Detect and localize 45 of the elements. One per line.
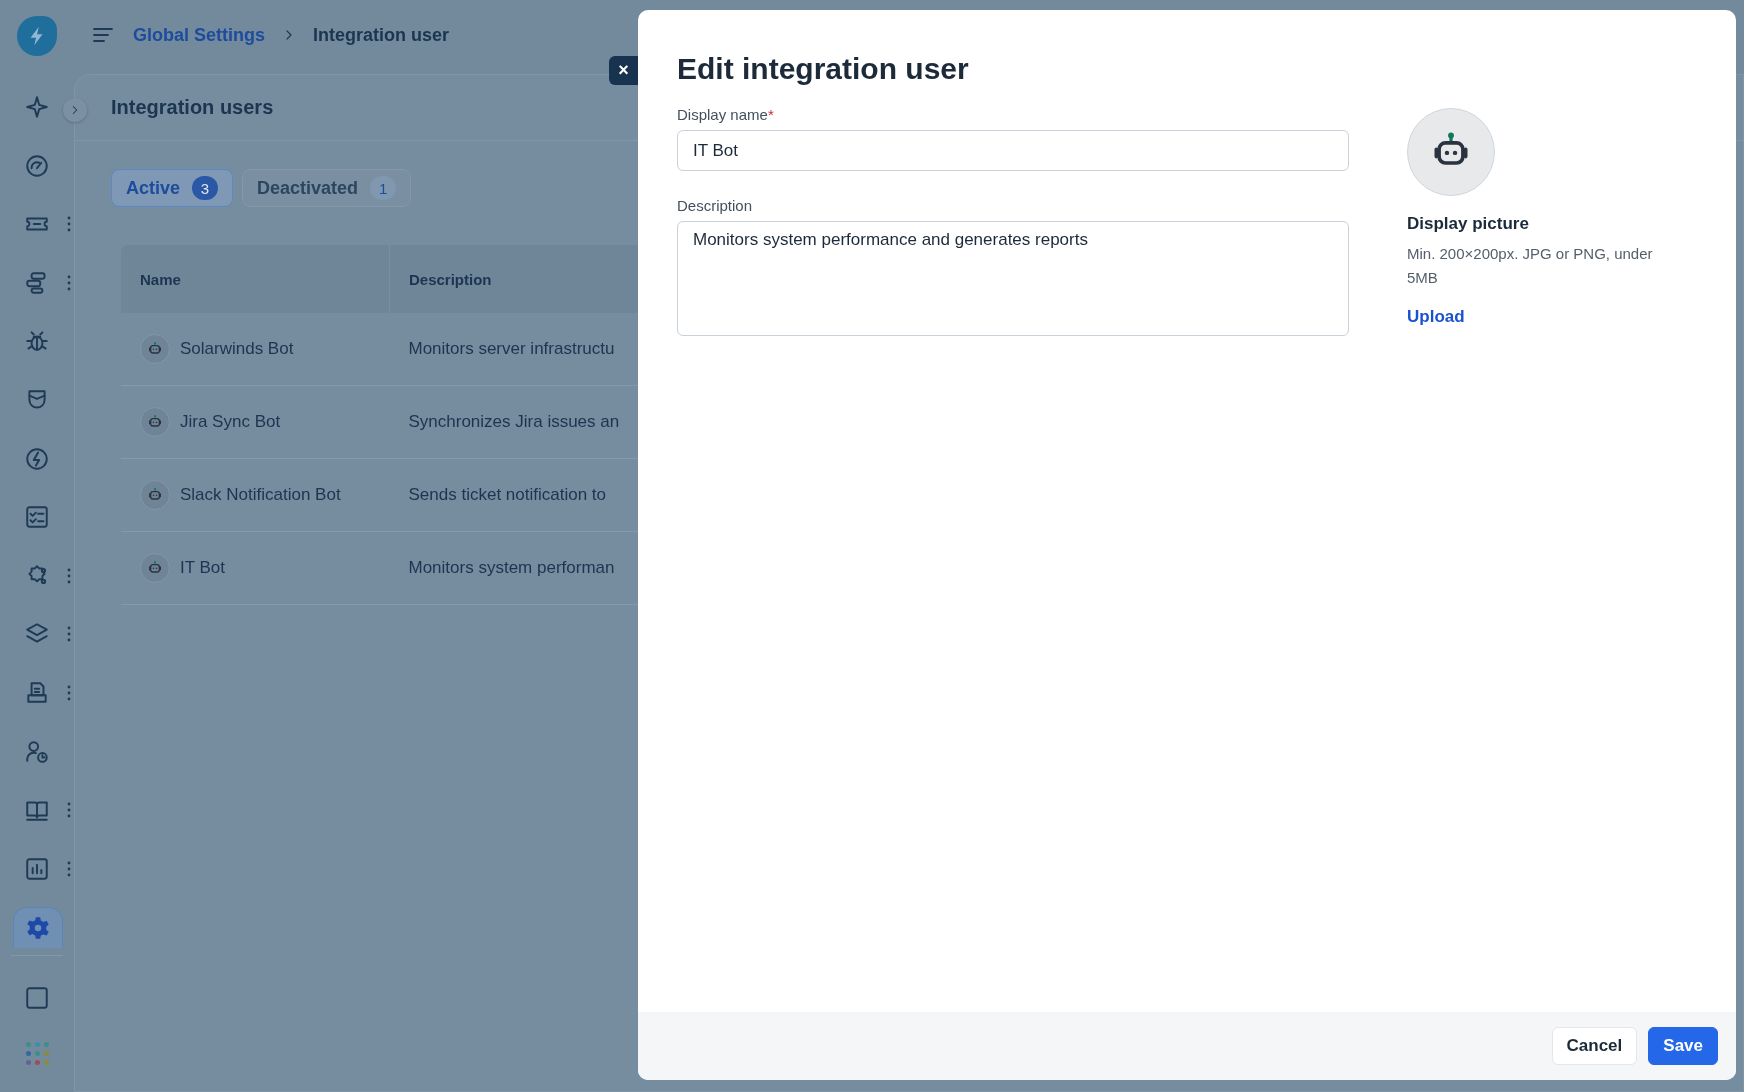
nav-item[interactable] xyxy=(13,907,63,949)
kebab-icon[interactable] xyxy=(67,216,71,233)
cancel-button[interactable]: Cancel xyxy=(1551,1027,1638,1065)
field-label: Display name* xyxy=(677,106,775,123)
breadcrumb-current: Integration user xyxy=(313,24,450,46)
close-button[interactable]: × xyxy=(609,56,638,85)
app-logo[interactable] xyxy=(17,16,57,56)
robot-icon xyxy=(147,414,163,430)
kebab-icon[interactable] xyxy=(67,684,71,701)
kebab-icon[interactable] xyxy=(67,567,71,584)
count-badge: 3 xyxy=(192,176,219,200)
table-cell: Solarwinds Bot xyxy=(180,339,294,359)
sparkle-icon xyxy=(24,94,50,120)
table-cell: Monitors server infrastructu xyxy=(408,339,615,358)
hint-text: Min. 200×200px. JPG or PNG, under 5MB xyxy=(1407,244,1654,288)
count-badge: 1 xyxy=(370,176,397,200)
kebab-icon[interactable] xyxy=(67,626,71,643)
square-icon xyxy=(24,984,50,1011)
checklist-icon xyxy=(24,504,50,531)
chart-icon xyxy=(24,855,50,882)
kebab-icon[interactable] xyxy=(67,802,71,819)
bolt-circle-icon xyxy=(24,445,50,472)
tab[interactable]: Active 3 xyxy=(111,169,234,207)
column-header: Name xyxy=(121,245,390,313)
robot-icon xyxy=(147,341,163,357)
robot-icon xyxy=(147,487,163,503)
kebab-icon[interactable] xyxy=(67,274,71,291)
table-cell: Synchronizes Jira issues an xyxy=(408,412,620,431)
section-title: Display picture xyxy=(1407,214,1530,234)
kebab-icon[interactable] xyxy=(67,860,71,877)
upload-link[interactable]: Upload xyxy=(1407,307,1465,327)
table-cell: Monitors system performan xyxy=(408,558,615,577)
table-cell: IT Bot xyxy=(180,558,226,578)
table-cell: Jira Sync Bot xyxy=(180,412,281,432)
table-cell: Slack Notification Bot xyxy=(180,485,341,505)
field-label: Description xyxy=(677,197,754,214)
user-clock-icon xyxy=(24,738,50,765)
settings-icon xyxy=(25,915,51,942)
table-cell: Sends ticket notification to xyxy=(408,485,606,504)
description-field[interactable]: Monitors system performance and generates reports xyxy=(677,221,1349,336)
save-button[interactable]: Save xyxy=(1648,1027,1718,1065)
inbox-icon xyxy=(24,679,50,706)
gauge-icon xyxy=(24,152,50,179)
name-field[interactable]: IT Bot xyxy=(677,130,1349,171)
robot-icon xyxy=(147,560,163,576)
